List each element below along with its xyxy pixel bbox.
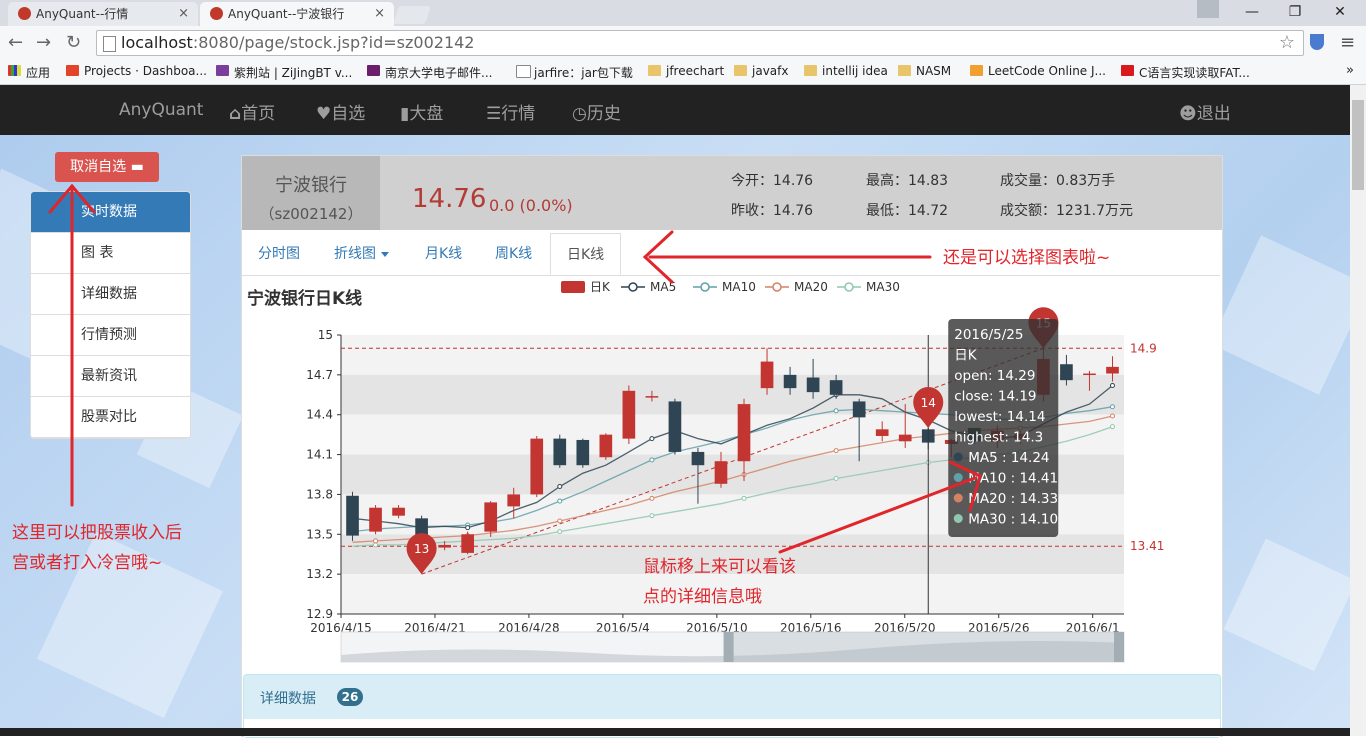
arrow-diag-line [778,476,977,554]
annotation-left: 这里可以把股票收入后 宫或者打入冷宫哦~ [12,523,182,573]
annotation-mid: 鼠标移上来可以看该 点的详细信息哦 [643,557,796,607]
annotation-arrows [48,183,982,554]
annotation-top: 还是可以选择图表啦~ [943,248,1111,268]
